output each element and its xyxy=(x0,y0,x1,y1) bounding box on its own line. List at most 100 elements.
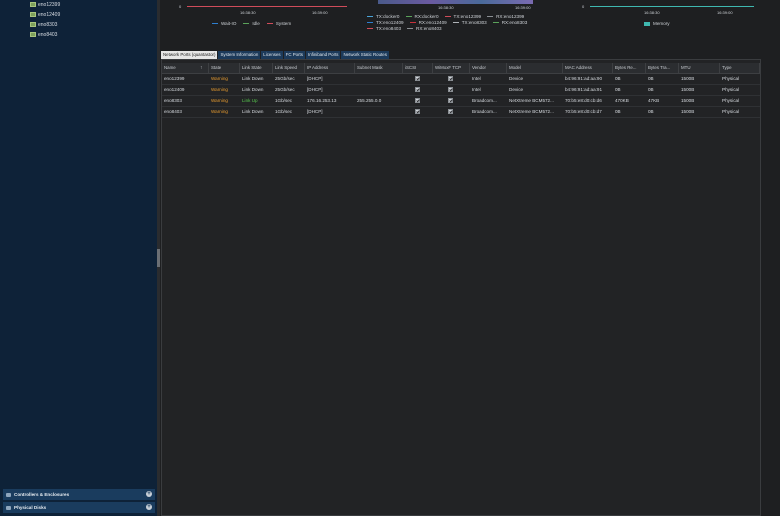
table-row[interactable]: eno8303 Warning Link Up 1Gb/sec 176.16.2… xyxy=(162,96,760,107)
col-header-subnet-mask[interactable]: Subnet Mask xyxy=(355,63,403,73)
legend-swatch xyxy=(367,22,373,23)
legend-label: TX:eno8303 xyxy=(461,20,487,25)
tab-network-static-routes[interactable]: Network Static Routes xyxy=(341,51,389,59)
table-row[interactable]: eno12409 Warning Link Down 25Gb/sec [DHC… xyxy=(162,85,760,96)
cell-subnet-mask xyxy=(355,85,403,95)
legend-swatch xyxy=(367,16,373,17)
nic-icon xyxy=(30,32,36,37)
tcp-checkbox[interactable] xyxy=(448,109,453,114)
accordion-physical-disks[interactable]: Physical Disks + xyxy=(3,502,155,513)
cell-mac-address: 70:b5:e8:d0:cb:d7 xyxy=(565,109,602,114)
iscsi-checkbox[interactable] xyxy=(415,109,420,114)
cell-type: Physical xyxy=(722,98,740,103)
cpu-system-line xyxy=(187,6,347,7)
memory-line xyxy=(590,6,754,7)
cpu-y-zero-label: 0 xyxy=(179,4,182,9)
sort-asc-icon: ↑ xyxy=(200,65,203,71)
table-row[interactable]: eno12399 Warning Link Down 25Gb/sec [DHC… xyxy=(162,74,760,85)
cell-ip-address: 176.16.253.13 xyxy=(307,98,337,103)
network-legend-row-1: TX:docker0 RX:docker0 TX:eno12399 RX:eno… xyxy=(367,14,524,19)
cell-ip-address: [DHCP] xyxy=(307,87,323,92)
cell-state: Warning xyxy=(211,98,228,103)
nic-icon xyxy=(30,12,36,17)
cell-state: Warning xyxy=(211,76,228,81)
col-header-vendor[interactable]: Vendor xyxy=(470,63,507,73)
tab-network-ports[interactable]: Network Ports (quantastor) xyxy=(161,51,218,59)
cell-mac-address: 70:b5:e8:d0:cb:d6 xyxy=(565,98,602,103)
legend-label: RX:eno12409 xyxy=(418,20,447,25)
legend-swatch xyxy=(243,23,250,24)
legend-swatch xyxy=(644,21,650,26)
iscsi-checkbox[interactable] xyxy=(415,98,420,103)
cell-type: Physical xyxy=(722,76,740,81)
cell-link-state: Link Down xyxy=(242,109,264,114)
cell-link-speed: 1Gb/sec xyxy=(275,98,293,103)
cell-mtu: 1500B xyxy=(681,98,695,103)
cell-link-speed: 1Gb/sec xyxy=(275,109,293,114)
cell-bytes-transmitted: 0B xyxy=(648,76,654,81)
table-row[interactable]: eno8403 Warning Link Down 1Gb/sec [DHCP]… xyxy=(162,107,760,118)
cell-bytes-received: 470KB xyxy=(615,98,629,103)
cell-bytes-received: 0B xyxy=(615,76,621,81)
col-header-mtu[interactable]: MTU xyxy=(679,63,720,73)
controller-icon xyxy=(6,492,11,497)
cell-bytes-transmitted: 47KB xyxy=(648,98,660,103)
expand-plus-icon[interactable]: + xyxy=(146,504,152,510)
legend-label: TX:docker0 xyxy=(376,14,400,19)
cell-name: eno12409 xyxy=(164,87,185,92)
memory-x-tick: 16:39:00 xyxy=(717,10,733,15)
accordion-label: Physical Disks xyxy=(14,505,47,510)
memory-x-tick: 16:38:30 xyxy=(644,10,660,15)
legend-swatch xyxy=(492,22,499,23)
expand-plus-icon[interactable]: + xyxy=(146,491,152,497)
col-header-model[interactable]: Model xyxy=(507,63,563,73)
legend-swatch xyxy=(407,28,414,29)
tab-fc-ports[interactable]: FC Ports xyxy=(283,51,305,59)
cell-bytes-transmitted: 0B xyxy=(648,109,654,114)
cell-vendor: Broadcom... xyxy=(472,98,497,103)
tree-item-nic-2[interactable]: eno8303 xyxy=(30,20,57,29)
col-header-name[interactable]: Name ↑ xyxy=(162,63,209,73)
tab-system-information[interactable]: System Information xyxy=(218,51,261,59)
tree-item-label: eno12399 xyxy=(38,1,61,8)
col-header-tcp[interactable]: WiMoxF TCP xyxy=(433,63,470,73)
cell-mtu: 1500B xyxy=(681,76,695,81)
tree-item-nic-1[interactable]: eno12409 xyxy=(30,10,60,19)
cell-model: NetXtreme BCM572... xyxy=(509,98,554,103)
legend-swatch xyxy=(367,28,373,29)
cell-link-state: Link Down xyxy=(242,87,264,92)
tcp-checkbox[interactable] xyxy=(448,98,453,103)
legend-swatch xyxy=(409,22,416,23)
legend-label: RX:docker0 xyxy=(414,14,439,19)
col-header-ip-address[interactable]: IP Address xyxy=(305,63,355,73)
cell-bytes-received: 0B xyxy=(615,87,621,92)
accordion-label: Controllers & Enclosures xyxy=(14,492,70,497)
tree-item-nic-0[interactable]: eno12399 xyxy=(30,0,60,9)
iscsi-checkbox[interactable] xyxy=(415,87,420,92)
legend-swatch xyxy=(487,16,494,17)
legend-label: RX:eno12399 xyxy=(496,14,525,19)
cell-mtu: 1500B xyxy=(681,87,695,92)
tab-bar: Network Ports (quantastor) System Inform… xyxy=(161,51,389,59)
tab-infiniband-ports[interactable]: Infiniband Ports xyxy=(305,51,341,59)
col-header-type[interactable]: Type xyxy=(720,63,760,73)
accordion-controllers-enclosures[interactable]: Controllers & Enclosures + xyxy=(3,489,155,500)
iscsi-checkbox[interactable] xyxy=(415,76,420,81)
tree-item-nic-3[interactable]: eno8403 xyxy=(30,30,57,39)
col-header-bytes-received[interactable]: Bytes Re... xyxy=(613,63,646,73)
col-header-mac-address[interactable]: MAC Address xyxy=(563,63,613,73)
tcp-checkbox[interactable] xyxy=(448,76,453,81)
col-header-state[interactable]: State xyxy=(209,63,240,73)
col-header-link-state[interactable]: Link State xyxy=(240,63,273,73)
col-header-iscsi[interactable]: iSCSI xyxy=(403,63,433,73)
tcp-checkbox[interactable] xyxy=(448,87,453,92)
cell-mtu: 1500B xyxy=(681,109,695,114)
cell-link-speed: 25Gb/sec xyxy=(275,76,295,81)
legend-label: TX:eno8403 xyxy=(376,26,402,31)
col-header-link-speed[interactable]: Link Speed xyxy=(273,63,305,73)
splitter-grip-handle[interactable] xyxy=(157,249,160,267)
col-header-bytes-transmitted[interactable]: Bytes Tra... xyxy=(646,63,679,73)
cpu-legend: Wait-IO Idle System xyxy=(212,21,291,26)
tab-licenses[interactable]: Licenses xyxy=(261,51,283,59)
sidebar: eno12399 eno12409 eno8303 eno8403 Contro… xyxy=(0,0,158,516)
